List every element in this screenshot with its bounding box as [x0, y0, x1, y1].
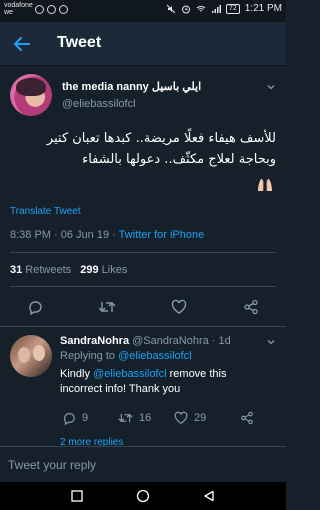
signal-icon — [211, 4, 221, 13]
tweet-stats: 31 Retweets 299 Likes — [10, 264, 127, 276]
whatsapp-icon — [47, 5, 56, 14]
tweet-text: للأسف هيفاء فعلًا مريضة.. كبدها تعبان كت… — [46, 131, 276, 167]
share-button[interactable] — [240, 296, 262, 318]
square-icon — [71, 490, 83, 502]
reply-retweet-count: 16 — [139, 412, 152, 424]
tweet-meta: 8:38 PM · 06 Jun 19 · Twitter for iPhone — [10, 229, 204, 241]
reply-avatar[interactable] — [10, 335, 52, 377]
tweet-actions — [0, 296, 286, 318]
chevron-down-icon[interactable] — [266, 82, 276, 92]
reply-retweet-button[interactable]: 16 — [118, 411, 151, 425]
replying-to-handle[interactable]: @eliebassilofcl — [118, 350, 192, 362]
reply-actions: 9 16 29 — [0, 411, 286, 429]
reply-text: Kindly @eliebassilofcl remove this incor… — [60, 368, 227, 395]
status-bar: vodafone we 72 1:21 PM — [0, 0, 286, 22]
arrow-left-icon — [14, 37, 30, 51]
reply-author-handle[interactable]: @SandraNohra — [132, 335, 209, 347]
author-name[interactable]: the media nanny ايلي باسيل — [62, 80, 201, 93]
back-button[interactable] — [10, 32, 34, 56]
divider — [10, 286, 276, 287]
share-icon — [244, 299, 258, 315]
app-header: Tweet — [0, 22, 286, 66]
replying-to: Replying to @eliebassilofcl — [60, 350, 192, 362]
battery-icon: 72 — [225, 3, 240, 14]
chat-icon — [59, 5, 68, 14]
share-icon — [241, 411, 253, 425]
reply-icon — [63, 413, 75, 425]
praying-hands-icon — [258, 179, 272, 191]
reply-like-count: 29 — [194, 412, 207, 424]
back-nav-button[interactable] — [200, 487, 218, 505]
tweet-timestamp: 8:38 PM · 06 Jun 19 · — [10, 229, 119, 241]
divider — [10, 252, 276, 253]
wifi-icon — [196, 5, 206, 11]
heart-icon — [171, 299, 187, 314]
compose-bar — [0, 446, 286, 482]
retweets-stat[interactable]: 31 Retweets — [10, 264, 71, 276]
reply-author-name[interactable]: SandraNohra — [60, 335, 129, 347]
reply-input[interactable] — [8, 456, 276, 474]
notification-icons — [35, 5, 68, 14]
retweet-button[interactable] — [96, 296, 118, 318]
triangle-back-icon — [204, 490, 214, 502]
reply-button[interactable] — [24, 296, 46, 318]
section-divider — [0, 326, 286, 327]
reply-reply-button[interactable]: 9 — [62, 411, 88, 425]
page-title: Tweet — [57, 34, 102, 51]
translate-tweet-link[interactable]: Translate Tweet — [10, 206, 81, 217]
home-button[interactable] — [134, 487, 152, 505]
alarm-icon — [181, 5, 190, 13]
circle-icon — [136, 489, 150, 503]
recents-button[interactable] — [68, 487, 86, 505]
tweet-source-link[interactable]: Twitter for iPhone — [119, 229, 205, 241]
messenger-icon — [35, 5, 44, 14]
chevron-down-icon[interactable] — [266, 337, 276, 347]
author-handle[interactable]: @eliebassilofcl — [62, 98, 136, 110]
reply-header: SandraNohra @SandraNohra · 1d — [60, 335, 231, 347]
reply-mention-link[interactable]: @eliebassilofcl — [93, 368, 167, 380]
author-avatar[interactable] — [10, 74, 52, 116]
heart-icon — [174, 411, 188, 424]
likes-stat[interactable]: 299 Likes — [80, 264, 127, 276]
reply-icon — [29, 301, 42, 315]
system-nav-bar — [0, 482, 286, 510]
carrier-label: vodafone we — [4, 2, 33, 16]
clock: 1:21 PM — [244, 3, 282, 14]
retweet-icon — [118, 413, 133, 423]
reply-reply-count: 9 — [82, 412, 89, 424]
reply-time: · 1d — [208, 335, 231, 347]
reply-share-button[interactable] — [240, 411, 254, 425]
like-button[interactable] — [168, 296, 190, 318]
mute-icon — [166, 4, 176, 13]
retweet-icon — [98, 302, 116, 312]
reply-like-button[interactable]: 29 — [174, 411, 206, 425]
